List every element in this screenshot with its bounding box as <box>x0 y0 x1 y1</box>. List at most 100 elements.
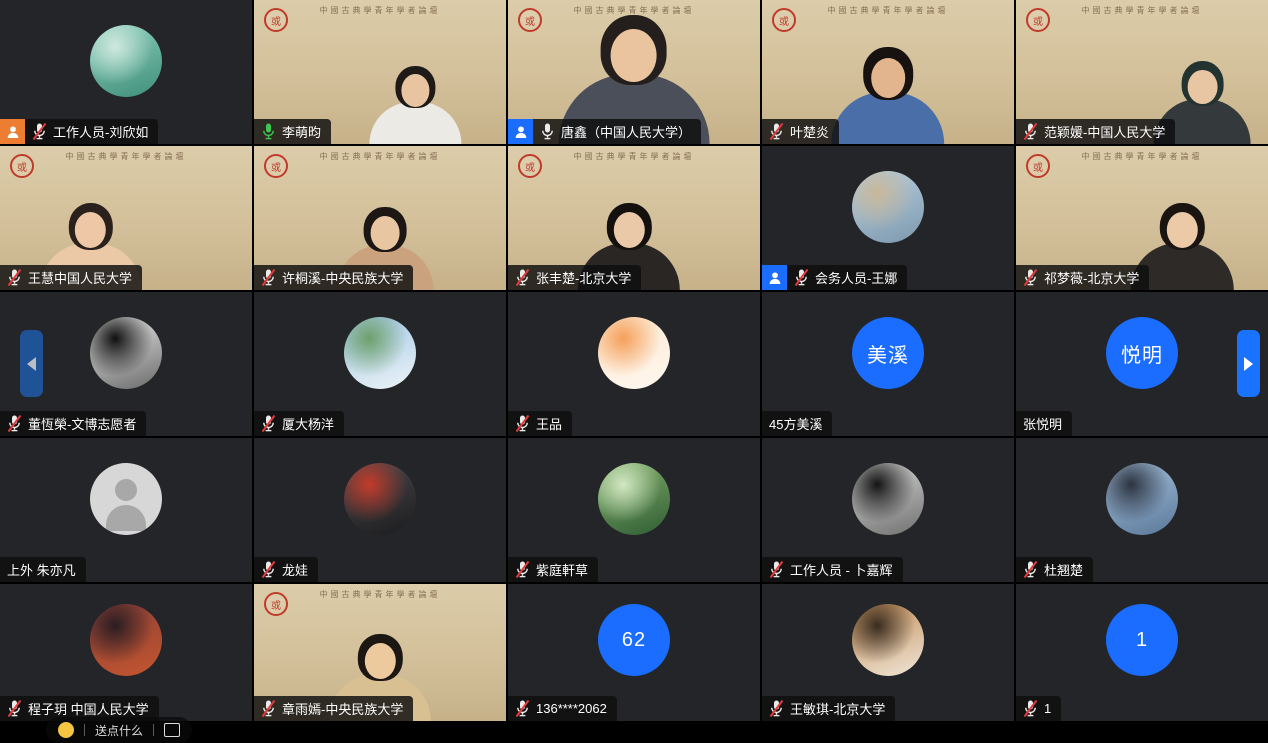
backdrop-banner-text: 中國古典學青年學者論壇 <box>320 589 441 600</box>
staff-person-badge-icon <box>0 119 25 144</box>
participant-name-label: 紫庭軒草 <box>508 557 598 582</box>
name-pill: 龙娃 <box>254 557 318 582</box>
profile-photo-avatar <box>90 25 162 97</box>
participant-name-text: 董恆榮-文博志愿者 <box>28 414 136 433</box>
participant-tile[interactable]: 会务人员-王娜 <box>762 146 1014 290</box>
participant-name-label: 45方美溪 <box>762 411 832 436</box>
initials-avatar: 62 <box>598 604 670 676</box>
gift-icon[interactable] <box>164 723 180 737</box>
participant-name-label: 136****2062 <box>508 696 617 721</box>
participant-tile[interactable]: 美溪 45方美溪 <box>762 292 1014 436</box>
participant-tile[interactable]: 中國古典學青年學者論壇 或祁梦薇-北京大学 <box>1016 146 1268 290</box>
participant-tile[interactable]: 程子玥 中国人民大学 <box>0 584 252 721</box>
participant-name-text: 许桐溪-中央民族大学 <box>282 268 403 287</box>
name-pill: 上外 朱亦凡 <box>0 557 86 582</box>
participant-name-label: 章雨嫣-中央民族大学 <box>254 696 413 721</box>
name-pill: 董恆榮-文博志愿者 <box>0 411 146 436</box>
participant-name-label: 唐鑫（中国人民大学） <box>508 119 701 144</box>
participant-tile[interactable]: 龙娃 <box>254 438 506 582</box>
next-page-button[interactable] <box>1237 330 1260 397</box>
previous-page-button[interactable] <box>20 330 43 397</box>
name-pill: 会务人员-王娜 <box>787 265 907 290</box>
participant-tile[interactable]: 中國古典學青年學者論壇或唐鑫（中国人民大学） <box>508 0 760 144</box>
participant-name-text: 唐鑫（中国人民大学） <box>561 122 691 141</box>
participant-name-label: 龙娃 <box>254 557 318 582</box>
participant-tile[interactable]: 中國古典學青年學者論壇 或叶楚炎 <box>762 0 1014 144</box>
participant-name-label: 王敏琪-北京大学 <box>762 696 895 721</box>
participant-name-text: 工作人员 - 卜嘉辉 <box>790 560 893 579</box>
participant-tile[interactable]: 上外 朱亦凡 <box>0 438 252 582</box>
backdrop-banner-text: 中國古典學青年學者論壇 <box>828 5 949 16</box>
name-pill: 王品 <box>508 411 572 436</box>
microphone-muted-icon <box>7 699 22 718</box>
participant-tile[interactable]: 中國古典學青年學者論壇或章雨嫣-中央民族大学 <box>254 584 506 721</box>
participant-tile[interactable]: 紫庭軒草 <box>508 438 760 582</box>
backdrop-banner-text: 中國古典學青年學者論壇 <box>320 5 441 16</box>
initials-avatar: 悦明 <box>1106 317 1178 389</box>
name-pill: 136****2062 <box>508 696 617 721</box>
participant-video-silhouette <box>829 47 947 144</box>
microphone-muted-icon <box>769 560 784 579</box>
participant-name-text: 上外 朱亦凡 <box>7 560 76 579</box>
participant-name-text: 会务人员-王娜 <box>815 268 897 287</box>
emoji-icon[interactable] <box>58 722 74 738</box>
participant-tile[interactable]: 中國古典學青年學者論壇或许桐溪-中央民族大学 <box>254 146 506 290</box>
microphone-muted-icon <box>1023 699 1038 718</box>
participant-name-text: 1 <box>1044 701 1051 716</box>
profile-photo-avatar <box>344 463 416 535</box>
participant-name-label: 董恆榮-文博志愿者 <box>0 411 146 436</box>
name-pill: 工作人员-刘欣如 <box>25 119 158 144</box>
participant-grid: 工作人员-刘欣如中國古典學青年學者論壇或李萌昀中國古典學青年學者論壇或唐鑫（中国… <box>0 0 1268 721</box>
participant-tile[interactable]: 王敏琪-北京大学 <box>762 584 1014 721</box>
forum-seal-icon: 或 <box>518 8 542 32</box>
participant-name-text: 叶楚炎 <box>790 122 829 141</box>
participant-tile[interactable]: 悦明张悦明 <box>1016 292 1268 436</box>
microphone-muted-icon <box>1023 560 1038 579</box>
profile-photo-avatar <box>90 604 162 676</box>
participant-tile[interactable]: 中國古典學青年學者論壇或张丰楚-北京大学 <box>508 146 760 290</box>
participant-tile[interactable]: 工作人员 - 卜嘉辉 <box>762 438 1014 582</box>
participant-tile[interactable]: 杜翘楚 <box>1016 438 1268 582</box>
participant-tile[interactable]: 中國古典學青年學者論壇或范颖媛-中国人民大学 <box>1016 0 1268 144</box>
name-pill: 厦大杨洋 <box>254 411 344 436</box>
participant-tile[interactable]: 11 <box>1016 584 1268 721</box>
avatar-initials-text: 美溪 <box>867 339 909 368</box>
name-pill: 范颖媛-中国人民大学 <box>1016 119 1175 144</box>
initials-avatar: 美溪 <box>852 317 924 389</box>
participant-tile[interactable]: 中國古典學青年學者論壇或李萌昀 <box>254 0 506 144</box>
participant-name-text: 程子玥 中国人民大学 <box>28 699 149 718</box>
name-pill: 李萌昀 <box>254 119 331 144</box>
participant-tile[interactable]: 工作人员-刘欣如 <box>0 0 252 144</box>
avatar-initials-text: 62 <box>622 629 646 652</box>
name-pill: 张悦明 <box>1016 411 1072 436</box>
participant-name-text: 工作人员-刘欣如 <box>53 122 148 141</box>
participant-name-label: 张丰楚-北京大学 <box>508 265 641 290</box>
participant-name-label: 王品 <box>508 411 572 436</box>
person-silhouette-icon <box>106 505 146 531</box>
participant-tile[interactable]: 厦大杨洋 <box>254 292 506 436</box>
participant-tile[interactable]: 王品 <box>508 292 760 436</box>
avatar-initials-text: 1 <box>1136 629 1148 652</box>
participant-name-text: 厦大杨洋 <box>282 414 334 433</box>
host-person-badge-icon <box>508 119 533 144</box>
participant-tile[interactable]: 62 136****2062 <box>508 584 760 721</box>
profile-photo-avatar <box>852 171 924 243</box>
forum-seal-icon: 或 <box>1026 154 1050 178</box>
name-pill: 1 <box>1016 696 1061 721</box>
gift-reaction-bar[interactable]: 送点什么 <box>46 717 192 743</box>
microphone-muted-icon <box>515 268 530 287</box>
gift-bar-label[interactable]: 送点什么 <box>95 722 143 739</box>
microphone-muted-icon <box>794 268 809 287</box>
host-person-badge-icon <box>762 265 787 290</box>
participant-name-label: 工作人员 - 卜嘉辉 <box>762 557 903 582</box>
participant-tile[interactable]: 中國古典學青年學者論壇或王慧中国人民大学 <box>0 146 252 290</box>
forum-seal-icon: 或 <box>772 8 796 32</box>
participant-name-label: 张悦明 <box>1016 411 1072 436</box>
backdrop-banner-text: 中國古典學青年學者論壇 <box>1082 151 1203 162</box>
profile-photo-avatar <box>344 317 416 389</box>
participant-name-text: 范颖媛-中国人民大学 <box>1044 122 1165 141</box>
name-pill: 祁梦薇-北京大学 <box>1016 265 1149 290</box>
name-pill: 张丰楚-北京大学 <box>508 265 641 290</box>
forum-seal-icon: 或 <box>10 154 34 178</box>
participant-name-text: 45方美溪 <box>769 414 822 433</box>
